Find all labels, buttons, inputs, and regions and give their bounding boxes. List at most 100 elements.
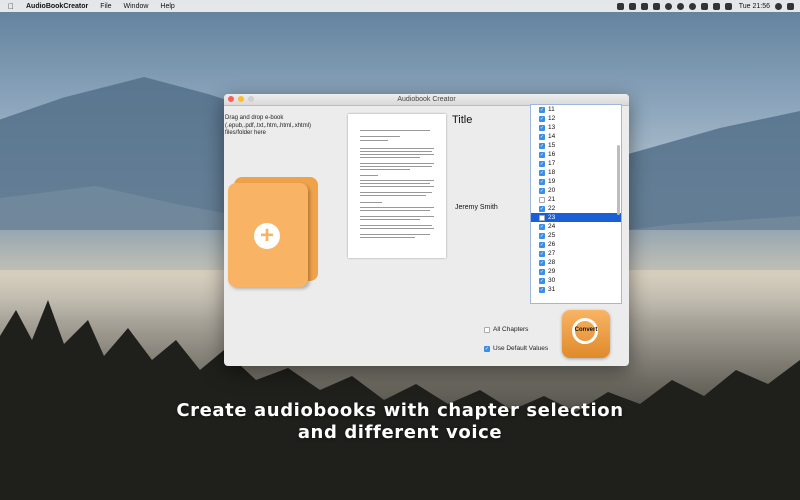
chapter-row[interactable]: ✓ 29 xyxy=(531,267,621,276)
chapter-label: 25 xyxy=(548,232,556,239)
chapter-checkbox[interactable]: ✓ xyxy=(539,124,545,131)
wifi-icon[interactable] xyxy=(712,2,720,10)
chapter-label: 21 xyxy=(548,196,556,203)
close-window-button[interactable] xyxy=(228,96,234,102)
menu-help[interactable]: Help xyxy=(160,3,174,10)
chapter-checkbox[interactable] xyxy=(539,196,545,203)
chapter-row[interactable]: ✓ 24 xyxy=(531,222,621,231)
all-chapters-checkbox[interactable] xyxy=(484,326,490,333)
chapter-checkbox[interactable]: ✓ xyxy=(539,133,545,140)
all-chapters-label: All Chapters xyxy=(493,326,529,333)
chapter-row[interactable]: ✓ 26 xyxy=(531,240,621,249)
drop-hint: Drag and drop e-book (.epub,.pdf,.txt,.h… xyxy=(225,115,312,136)
menu-app-name[interactable]: AudioBookCreator xyxy=(26,3,88,10)
eject-icon[interactable] xyxy=(700,2,708,10)
chapter-checkbox[interactable]: ✓ xyxy=(539,178,545,185)
chapter-label: 15 xyxy=(548,142,556,149)
chapter-checkbox[interactable]: ✓ xyxy=(539,268,545,275)
chapter-row[interactable]: ✓ 19 xyxy=(531,177,621,186)
chapter-row[interactable]: ✓ 18 xyxy=(531,168,621,177)
chapter-label: 18 xyxy=(548,169,556,176)
chapter-label: 11 xyxy=(548,106,555,113)
chapter-checkbox[interactable]: ✓ xyxy=(539,286,545,293)
chapter-row[interactable]: ✓ 15 xyxy=(531,141,621,150)
chapter-checkbox[interactable]: ✓ xyxy=(539,142,545,149)
chapter-row[interactable]: ✓ 31 xyxy=(531,285,621,294)
chapter-checkbox[interactable]: ✓ xyxy=(539,223,545,230)
chapter-checkbox[interactable]: ✓ xyxy=(539,187,545,194)
use-default-checkbox[interactable]: ✓ xyxy=(484,345,490,352)
chapter-label: 22 xyxy=(548,205,556,212)
chapter-row[interactable]: ✓ 11 xyxy=(531,105,621,114)
sync-icon[interactable] xyxy=(664,2,672,10)
all-chapters-option[interactable]: All Chapters xyxy=(484,326,528,333)
chapter-checkbox[interactable]: ✓ xyxy=(539,160,545,167)
promo-caption: Create audiobooks with chapter selection… xyxy=(0,400,800,444)
chapter-list-scrollbar[interactable] xyxy=(617,145,620,215)
chapter-row[interactable]: ✓ 25 xyxy=(531,231,621,240)
add-icon: + xyxy=(254,223,280,249)
chapter-row[interactable]: ✓ 14 xyxy=(531,132,621,141)
ebook-drop-zone[interactable]: + xyxy=(228,177,318,287)
notifications-icon[interactable] xyxy=(787,2,794,10)
flag-icon[interactable] xyxy=(724,2,732,10)
convert-label: Convert xyxy=(574,327,598,333)
chapter-label: 20 xyxy=(548,187,556,194)
menu-file[interactable]: File xyxy=(100,3,111,10)
chapter-label: 12 xyxy=(548,115,556,122)
chapter-checkbox[interactable]: ✓ xyxy=(539,277,545,284)
minimize-window-button[interactable] xyxy=(238,96,244,102)
timer-icon[interactable] xyxy=(676,2,684,10)
convert-button[interactable]: Convert xyxy=(562,310,610,358)
author-field[interactable]: Jeremy Smith xyxy=(455,204,498,211)
chapter-label: 30 xyxy=(548,277,556,284)
chapter-label: 28 xyxy=(548,259,556,266)
chapter-row[interactable]: ✓ 16 xyxy=(531,150,621,159)
chapter-row[interactable]: 21 xyxy=(531,195,621,204)
chapter-label: 23 xyxy=(548,214,556,221)
chapter-row[interactable]: ✓ 12 xyxy=(531,114,621,123)
chapter-checkbox[interactable]: ✓ xyxy=(539,259,545,266)
search-icon[interactable] xyxy=(775,2,782,10)
chapter-row[interactable]: ✓ 20 xyxy=(531,186,621,195)
chapter-checkbox[interactable]: ✓ xyxy=(539,115,545,122)
book-title-field[interactable]: Title xyxy=(452,114,472,126)
chapter-checkbox[interactable]: ✓ xyxy=(539,205,545,212)
chapter-list[interactable]: ✓ 11 ✓ 12 ✓ 13 ✓ 14 ✓ 15 ✓ 16 ✓ 17 ✓ 18 ✓ 19 ✓ 20 21 ✓ 22 23 ✓ 24… xyxy=(530,104,622,304)
chapter-row[interactable]: ✓ 28 xyxy=(531,258,621,267)
chapter-label: 26 xyxy=(548,241,556,248)
chapter-row[interactable]: ✓ 30 xyxy=(531,276,621,285)
document-preview xyxy=(348,114,446,258)
chapter-row[interactable]: ✓ 22 xyxy=(531,204,621,213)
chapter-row[interactable]: ✓ 17 xyxy=(531,159,621,168)
dropbox-icon[interactable] xyxy=(640,2,648,10)
chapter-checkbox[interactable]: ✓ xyxy=(539,169,545,176)
chapter-checkbox[interactable]: ✓ xyxy=(539,106,545,113)
chapter-checkbox[interactable]: ✓ xyxy=(539,232,545,239)
chapter-label: 16 xyxy=(548,151,556,158)
chapter-checkbox[interactable]: ✓ xyxy=(539,241,545,248)
zoom-window-button[interactable] xyxy=(248,96,254,102)
chapter-checkbox[interactable] xyxy=(539,214,545,221)
chapter-checkbox[interactable]: ✓ xyxy=(539,151,545,158)
chapter-label: 17 xyxy=(548,160,556,167)
clock-icon[interactable] xyxy=(688,2,696,10)
caption-line-2: and different voice xyxy=(297,422,503,443)
chapter-row[interactable]: ✓ 27 xyxy=(531,249,621,258)
display-icon[interactable] xyxy=(628,2,636,10)
apple-icon[interactable]:  xyxy=(8,2,18,11)
chapter-label: 31 xyxy=(548,286,556,293)
chapter-row[interactable]: ✓ 13 xyxy=(531,123,621,132)
chapter-checkbox[interactable]: ✓ xyxy=(539,250,545,257)
menu-window[interactable]: Window xyxy=(124,3,149,10)
chapter-row[interactable]: 23 xyxy=(531,213,621,222)
menu-clock[interactable]: Tue 21:56 xyxy=(739,3,770,10)
chapter-label: 19 xyxy=(548,178,556,185)
chapter-label: 13 xyxy=(548,124,556,131)
menu-bar:  AudioBookCreator File Window Help Tue … xyxy=(0,0,800,12)
use-default-option[interactable]: ✓ Use Default Values xyxy=(484,345,548,352)
chapter-label: 29 xyxy=(548,268,556,275)
cloud-icon[interactable] xyxy=(616,2,624,10)
mail-icon[interactable] xyxy=(652,2,660,10)
menu-extras: Tue 21:56 xyxy=(616,2,794,10)
